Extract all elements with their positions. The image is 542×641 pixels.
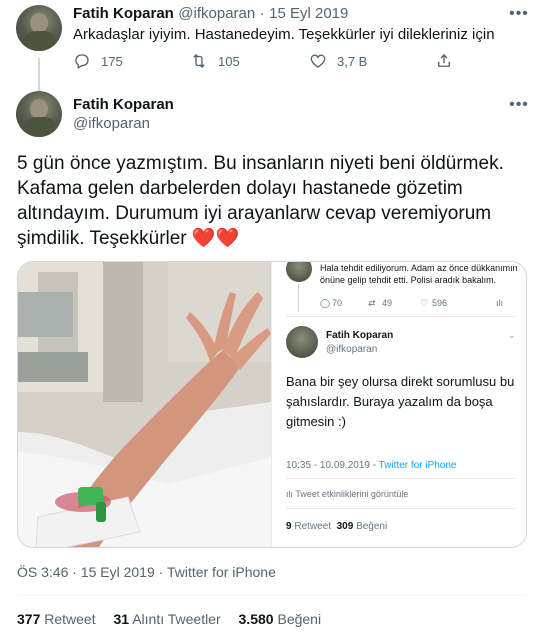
- screenshot-top-text: Hala tehdit ediliyorum. Adam az önce dük…: [320, 263, 518, 285]
- main-tweet-author-name[interactable]: Fatih Koparan: [73, 96, 174, 113]
- screenshot-source: Twitter for iPhone: [378, 460, 457, 471]
- screenshot-like-count: 596: [432, 298, 448, 308]
- screenshot-thread-line: [298, 284, 299, 312]
- first-tweet-author-handle[interactable]: @ifkoparan: [178, 5, 255, 22]
- screenshot-heart-icon: ♡: [420, 298, 429, 308]
- hospital-arm-photo[interactable]: [18, 262, 271, 547]
- retweets-stat[interactable]: 377 Retweet: [17, 611, 96, 627]
- photo-illustration: [18, 262, 271, 547]
- avatar-face: [30, 13, 48, 33]
- screenshot-chevron-down-icon: ⌄: [508, 330, 516, 340]
- screenshot-retweets: 9: [286, 521, 292, 532]
- likes-stat[interactable]: 3.580 Beğeni: [239, 611, 322, 627]
- screenshot-likes: 309: [336, 521, 354, 532]
- heart-icon: [310, 54, 326, 68]
- first-tweet-date[interactable]: 15 Eyl 2019: [269, 5, 348, 22]
- stats-divider-top: [17, 595, 527, 596]
- tweet-timestamp[interactable]: ÖS 3:46 · 15 Eyl 2019 · Twitter for iPho…: [17, 564, 276, 580]
- more-icon[interactable]: •••: [509, 4, 529, 24]
- screenshot-time: 10:35 - 10.09.2019 -: [286, 460, 379, 471]
- share-icon: [438, 54, 450, 67]
- first-tweet-avatar[interactable]: [16, 5, 62, 51]
- screenshot-activity-text: Tweet etkinliklerini görüntüle: [295, 489, 409, 499]
- main-tweet-author-handle[interactable]: @ifkoparan: [73, 115, 150, 132]
- screenshot-body-text: Bana bir şey olursa direkt sorumlusu bu …: [286, 374, 515, 429]
- screenshot-likes-label: Beğeni: [356, 521, 388, 532]
- tweet-stats: 377 Retweet 31 Alıntı Tweetler 3.580 Beğ…: [17, 611, 335, 627]
- reply-count: 175: [101, 53, 123, 69]
- retweet-icon: [193, 54, 205, 68]
- quotes-stat[interactable]: 31 Alıntı Tweetler: [114, 611, 221, 627]
- heart-emoji: ❤️❤️: [191, 228, 240, 249]
- screenshot-avatar-top: [286, 262, 312, 282]
- screenshot-author-handle: @ifkoparan: [326, 344, 378, 355]
- retweets-count: 377: [17, 611, 41, 627]
- more-icon[interactable]: •••: [509, 95, 529, 115]
- avatar-face: [30, 99, 48, 119]
- retweet-button[interactable]: 105: [190, 52, 240, 70]
- embedded-tweet-screenshot: Hala tehdit ediliyorum. Adam az önce dük…: [271, 262, 526, 547]
- screenshot-divider: [286, 478, 516, 479]
- likes-label: Beğeni: [277, 611, 322, 627]
- avatar-body: [22, 31, 58, 51]
- first-tweet-actions: 175 105 3,7 B: [73, 52, 463, 74]
- screenshot-retweet-icon: ⇄: [368, 298, 376, 308]
- main-tweet-avatar[interactable]: [16, 91, 62, 137]
- meta-separator: ·: [259, 5, 265, 22]
- main-tweet-text: 5 gün önce yazmıştım. Bu insanların niye…: [17, 151, 527, 251]
- screenshot-retweets-label: Retweet: [294, 521, 332, 532]
- screenshot-divider: [286, 316, 516, 317]
- screenshot-retweet-count: 49: [382, 298, 393, 308]
- first-tweet-text: Arkadaşlar iyiyim. Hastanedeyim. Teşekkü…: [73, 26, 495, 43]
- screenshot-stats-icon: ılı: [496, 298, 504, 308]
- tweet-media[interactable]: Hala tehdit ediliyorum. Adam az önce dük…: [17, 261, 527, 548]
- like-button[interactable]: 3,7 B: [309, 52, 367, 70]
- avatar-body: [22, 117, 58, 137]
- first-tweet-author-name[interactable]: Fatih Koparan: [73, 5, 174, 22]
- retweets-label: Retweet: [44, 611, 96, 627]
- first-tweet-header: Fatih Koparan @ifkoparan · 15 Eyl 2019: [73, 5, 348, 23]
- screenshot-reply-count: 70: [332, 298, 343, 308]
- main-tweet-body: 5 gün önce yazmıştım. Bu insanların niye…: [17, 153, 504, 249]
- screenshot-author-name: Fatih Koparan: [326, 330, 394, 341]
- like-count: 3,7 B: [337, 53, 368, 69]
- screenshot-reply-icon: ◯: [320, 298, 331, 308]
- reply-icon: [75, 54, 89, 69]
- screenshot-activity-icon: ılı: [286, 489, 296, 499]
- retweet-count: 105: [218, 53, 240, 69]
- screenshot-timestamp: 10:35 - 10.09.2019 - Twitter for iPhone: [286, 460, 456, 471]
- screenshot-avatar: [286, 326, 318, 358]
- screenshot-stats: 9 Retweet 309 Beğeni: [286, 521, 387, 532]
- screenshot-activity-link: ılı Tweet etkinliklerini görüntüle: [286, 489, 408, 499]
- quotes-label: Alıntı Tweetler: [132, 611, 221, 627]
- reply-button[interactable]: 175: [73, 52, 123, 70]
- quotes-count: 31: [113, 611, 130, 627]
- screenshot-divider: [286, 508, 516, 509]
- share-button[interactable]: [435, 52, 463, 70]
- likes-count: 3.580: [238, 611, 274, 627]
